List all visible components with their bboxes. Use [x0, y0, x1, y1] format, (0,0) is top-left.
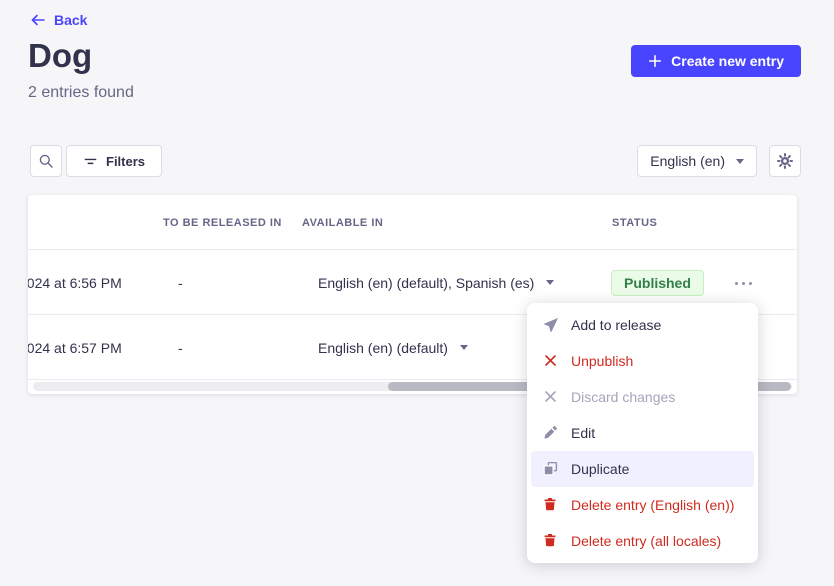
- available-in-cell: English (en) (default), Spanish (es): [318, 250, 554, 315]
- menu-item-delete-entry-all-locales[interactable]: Delete entry (all locales): [527, 523, 758, 559]
- menu-item-label: Discard changes: [571, 389, 675, 405]
- page-title: Dog: [28, 36, 92, 76]
- filters-label: Filters: [106, 154, 145, 169]
- menu-item-unpublish[interactable]: Unpublish: [527, 343, 758, 379]
- arrow-left-icon: [30, 12, 46, 28]
- settings-button[interactable]: [769, 145, 801, 177]
- table-header-row: TO BE RELEASED IN AVAILABLE IN STATUS: [28, 195, 797, 250]
- cross-icon: [543, 389, 559, 405]
- toolbar: Filters English (en): [30, 145, 801, 177]
- to-be-released-in-cell: -: [178, 250, 183, 315]
- menu-item-label: Add to release: [571, 317, 661, 333]
- filter-icon: [83, 154, 98, 169]
- status-badge: Published: [611, 270, 704, 296]
- menu-item-duplicate[interactable]: Duplicate: [531, 451, 754, 487]
- column-header-to-be-released-in: TO BE RELEASED IN: [163, 195, 282, 250]
- menu-item-label: Delete entry (all locales): [571, 533, 721, 549]
- trash-icon: [543, 533, 559, 549]
- menu-item-edit[interactable]: Edit: [527, 415, 758, 451]
- create-new-entry-label: Create new entry: [671, 53, 784, 69]
- search-icon: [38, 153, 54, 169]
- plus-icon: [648, 54, 662, 68]
- menu-item-label: Delete entry (English (en)): [571, 497, 734, 513]
- filters-button[interactable]: Filters: [66, 145, 162, 177]
- duplicate-icon: [543, 461, 559, 477]
- updated-at-cell: 2024 at 6:56 PM: [28, 250, 131, 315]
- pencil-icon: [543, 425, 559, 441]
- entries-count: 2 entries found: [28, 84, 134, 102]
- chevron-down-icon: [736, 159, 744, 164]
- available-in-value: English (en) (default), Spanish (es): [318, 275, 534, 291]
- column-header-status: STATUS: [612, 195, 657, 250]
- search-button[interactable]: [30, 145, 62, 177]
- menu-item-label: Edit: [571, 425, 595, 441]
- back-label: Back: [54, 12, 87, 28]
- locale-select-value: English (en): [650, 153, 725, 169]
- trash-icon: [543, 497, 559, 513]
- updated-at-cell: 2024 at 6:57 PM: [28, 315, 131, 380]
- cross-icon: [543, 353, 559, 369]
- column-header-available-in: AVAILABLE IN: [302, 195, 383, 250]
- to-be-released-in-cell: -: [178, 315, 183, 380]
- row-actions-button[interactable]: [728, 271, 758, 295]
- gear-icon: [777, 153, 793, 169]
- paper-plane-icon: [543, 317, 559, 333]
- available-in-cell: English (en) (default): [318, 315, 468, 380]
- chevron-down-icon[interactable]: [460, 345, 468, 350]
- locale-select[interactable]: English (en): [637, 145, 757, 177]
- menu-item-label: Duplicate: [571, 461, 629, 477]
- create-new-entry-button[interactable]: Create new entry: [631, 45, 801, 77]
- menu-item-label: Unpublish: [571, 353, 633, 369]
- menu-item-delete-entry-locale[interactable]: Delete entry (English (en)): [527, 487, 758, 523]
- available-in-value: English (en) (default): [318, 340, 448, 356]
- menu-item-add-to-release[interactable]: Add to release: [527, 307, 758, 343]
- menu-item-discard-changes[interactable]: Discard changes: [527, 379, 758, 415]
- back-link[interactable]: Back: [30, 12, 87, 28]
- chevron-down-icon[interactable]: [546, 280, 554, 285]
- row-actions-menu: Add to release Unpublish Discard changes…: [527, 303, 758, 563]
